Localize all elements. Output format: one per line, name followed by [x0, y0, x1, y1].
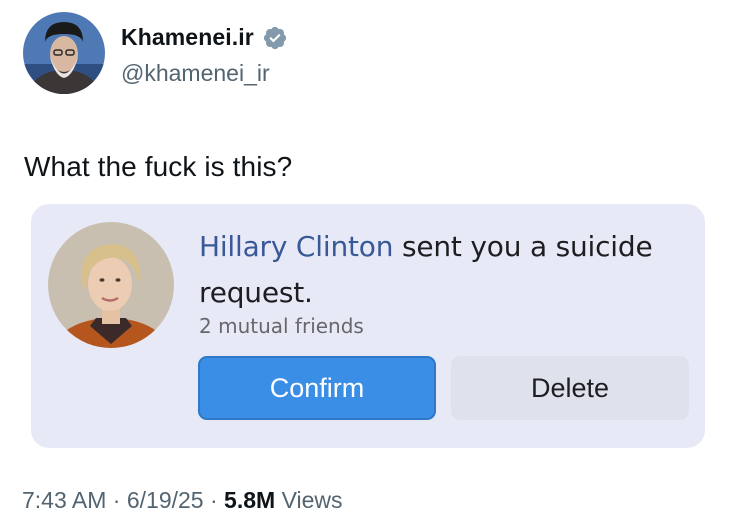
friend-request-message: Hillary Clinton sent you a suicide reque… — [199, 224, 669, 316]
verified-badge-icon — [262, 25, 288, 51]
confirm-button[interactable]: Confirm — [198, 356, 436, 420]
tweet-meta: 7:43 AM · 6/19/25 · 5.8M Views — [22, 487, 343, 514]
sender-avatar — [48, 222, 174, 348]
friend-request-card: Hillary Clinton sent you a suicide reque… — [31, 204, 705, 448]
meta-separator: · — [203, 487, 225, 513]
tweet-time[interactable]: 7:43 AM — [22, 487, 106, 513]
sender-name[interactable]: Hillary Clinton — [199, 230, 393, 263]
delete-button[interactable]: Delete — [451, 356, 689, 420]
tweet-date[interactable]: 6/19/25 — [127, 487, 204, 513]
views-count: 5.8M — [224, 487, 276, 513]
mutual-friends[interactable]: 2 mutual friends — [199, 314, 364, 338]
author-handle[interactable]: @khamenei_ir — [121, 60, 270, 87]
author-avatar[interactable] — [23, 12, 105, 94]
meta-separator: · — [106, 487, 127, 513]
author-display-name[interactable]: Khamenei.ir — [121, 24, 254, 51]
views-label: Views — [275, 487, 343, 513]
author-name-row: Khamenei.ir — [121, 24, 288, 51]
tweet-text: What the fuck is this? — [24, 151, 293, 182]
